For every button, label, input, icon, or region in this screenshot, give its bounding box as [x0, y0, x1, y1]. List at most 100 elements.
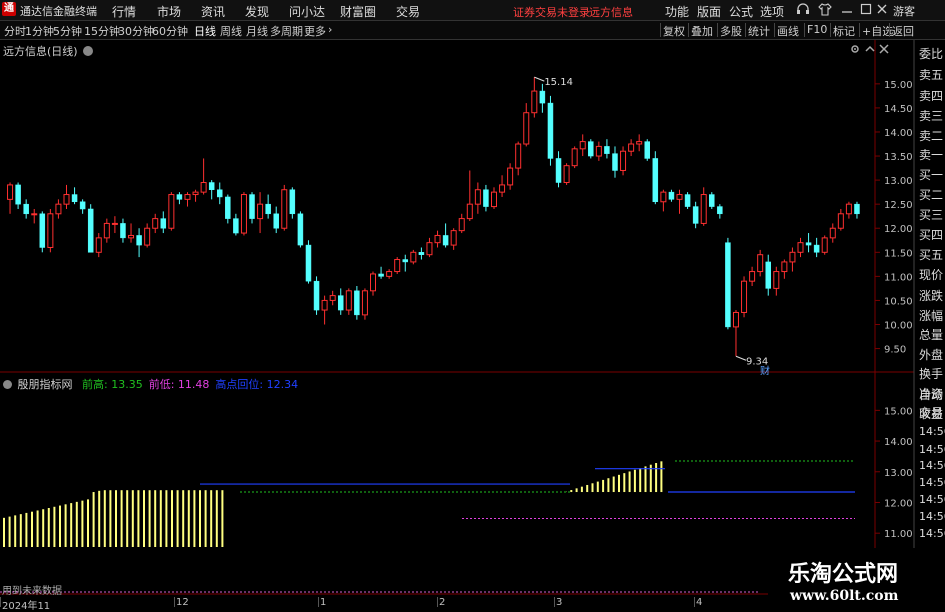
candle [362, 288, 367, 319]
minimize-icon[interactable] [840, 2, 854, 19]
side-item-3[interactable]: 卖三 [919, 107, 943, 124]
candle [661, 190, 666, 212]
side-item-25[interactable]: 14:56 [919, 493, 945, 506]
candle [177, 192, 182, 204]
period-4[interactable]: 30分钟 [118, 23, 154, 39]
headset-icon[interactable] [796, 2, 810, 19]
side-item-5[interactable]: 卖一 [919, 146, 943, 163]
side-item-0[interactable]: 委比 [919, 45, 943, 62]
period-10[interactable]: 更多 [304, 23, 326, 39]
period-5[interactable]: 60分钟 [152, 23, 188, 39]
tool-3[interactable]: 统计 [748, 23, 770, 39]
high-price-label: 15.14 [544, 77, 573, 88]
side-item-22[interactable]: 14:56 [919, 443, 945, 456]
period-8[interactable]: 月线 [246, 23, 268, 39]
login-warning[interactable]: 证券交易未登录 [513, 4, 590, 20]
side-item-9[interactable]: 买四 [919, 226, 943, 243]
candle [419, 247, 424, 259]
close-icon[interactable] [875, 2, 889, 19]
candle [282, 185, 287, 231]
period-3[interactable]: 15分钟 [84, 23, 120, 39]
side-item-13[interactable]: 涨幅 [919, 307, 943, 324]
indicator-bar [193, 490, 195, 547]
period-9[interactable]: 多周期 [270, 23, 303, 39]
tool-5[interactable]: F10 [807, 23, 827, 36]
indicator-bar [87, 499, 89, 547]
side-item-8[interactable]: 买三 [919, 206, 943, 223]
menu-options[interactable]: 选项 [760, 3, 784, 20]
menu-bar: 通 通达信金融终端 行情 市场 资讯 发现 问小达 财富圈 交易 证券交易未登录… [0, 0, 945, 21]
side-item-10[interactable]: 买五 [919, 246, 943, 263]
menu-news[interactable]: 资讯 [201, 3, 225, 20]
candle [169, 192, 174, 231]
period-0[interactable]: 分时 [4, 23, 26, 39]
side-item-1[interactable]: 卖五 [919, 66, 943, 83]
menu-discover[interactable]: 发现 [245, 3, 269, 20]
candle [298, 211, 303, 247]
menu-function[interactable]: 功能 [665, 3, 689, 20]
side-item-6[interactable]: 买一 [919, 166, 943, 183]
candle [145, 223, 150, 247]
side-item-11[interactable]: 现价 [919, 266, 943, 283]
x-axis-label-4: 3 [556, 597, 562, 608]
side-item-26[interactable]: 14:56 [919, 510, 945, 523]
indicator-bar [216, 490, 218, 547]
menu-quotes[interactable]: 行情 [112, 3, 136, 20]
side-item-23[interactable]: 14:56 [919, 459, 945, 472]
menu-formula[interactable]: 公式 [729, 3, 753, 20]
x-axis-tick [437, 597, 438, 607]
finance-marker[interactable]: 财 [760, 364, 770, 375]
side-item-20[interactable]: 交易 [919, 404, 943, 421]
candle [621, 146, 626, 175]
side-item-14[interactable]: 总量 [919, 326, 943, 343]
menu-trade[interactable]: 交易 [396, 3, 420, 20]
candle [822, 235, 827, 254]
menu-ask[interactable]: 问小达 [289, 3, 325, 20]
indicator-bar [76, 502, 78, 547]
tshirt-icon[interactable] [818, 2, 832, 19]
side-item-19[interactable]: 自动 [919, 386, 943, 403]
tool-1[interactable]: 叠加 [691, 23, 713, 39]
period-2[interactable]: 5分钟 [53, 23, 82, 39]
side-item-27[interactable]: 14:56 [919, 527, 945, 540]
more-chevron-icon[interactable]: › [328, 23, 332, 36]
indicator-bar [3, 518, 5, 547]
side-item-2[interactable]: 卖四 [919, 87, 943, 104]
side-item-21[interactable]: 14:56 [919, 425, 945, 438]
tool-separator [745, 23, 746, 37]
side-item-15[interactable]: 外盘 [919, 346, 943, 363]
candle [403, 255, 408, 272]
candle [387, 269, 392, 279]
tool-6[interactable]: 标记 [833, 23, 855, 39]
period-6[interactable]: 日线 [194, 23, 216, 39]
side-item-12[interactable]: 涨跌 [919, 287, 943, 304]
candle [556, 151, 561, 187]
tool-8[interactable]: 返回 [892, 23, 914, 39]
tool-4[interactable]: 画线 [777, 23, 799, 39]
guest-label[interactable]: 游客 [893, 3, 915, 19]
candle [725, 238, 730, 329]
menu-wealth[interactable]: 财富圈 [340, 3, 376, 20]
menu-market[interactable]: 市场 [157, 3, 181, 20]
tool-0[interactable]: 复权 [663, 23, 685, 39]
indicator-bar [104, 490, 106, 547]
maximize-icon[interactable] [859, 2, 873, 19]
candle [580, 134, 585, 156]
candle [24, 199, 29, 218]
period-1[interactable]: 1分钟 [25, 23, 54, 39]
y-tick-label: 9.50 [884, 345, 906, 356]
tool-2[interactable]: 多股 [720, 23, 742, 39]
indicator-bar [98, 491, 100, 547]
side-item-4[interactable]: 卖二 [919, 127, 943, 144]
side-item-24[interactable]: 14:56 [919, 476, 945, 489]
main-candlestick-chart[interactable]: 15.0014.5014.0013.5013.0012.5012.0011.50… [0, 40, 945, 375]
candle [508, 163, 513, 189]
period-7[interactable]: 周线 [220, 23, 242, 39]
side-item-16[interactable]: 换手 [919, 365, 943, 382]
indicator-bar [143, 490, 145, 547]
menu-layout[interactable]: 版面 [697, 3, 721, 20]
candle [104, 219, 109, 243]
side-item-7[interactable]: 买二 [919, 186, 943, 203]
candle [129, 223, 134, 242]
indicator-bar [48, 508, 50, 547]
